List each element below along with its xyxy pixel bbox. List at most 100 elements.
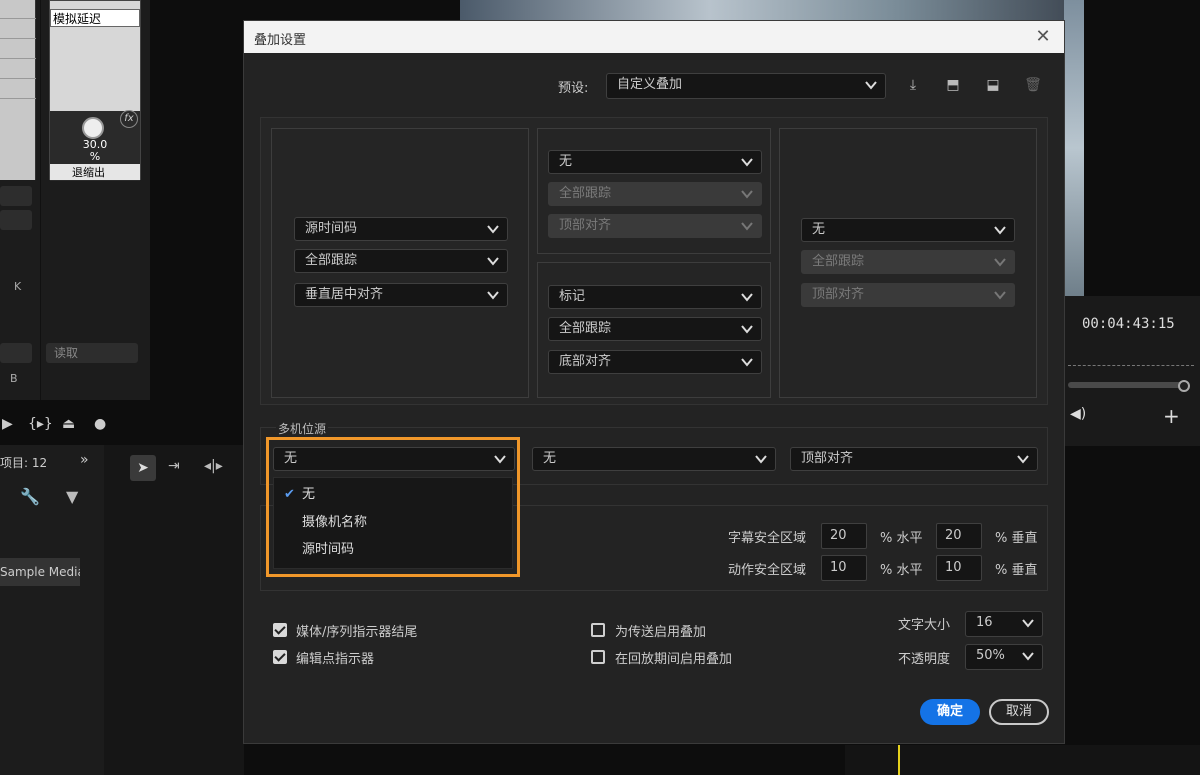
- text-size-dropdown[interactable]: 16: [965, 611, 1043, 637]
- chevron-down-icon: [487, 257, 499, 266]
- left-source-dropdown[interactable]: 源时间码: [294, 217, 508, 241]
- playback-overlay-label: 在回放期间启用叠加: [615, 652, 733, 667]
- selection-tool-icon[interactable]: ➤: [130, 455, 156, 481]
- chevron-right-icon[interactable]: »: [80, 452, 89, 468]
- action-safe-v-unit: % 垂直: [995, 563, 1038, 578]
- overlay-settings-dialog: 叠加设置 ✕ 预设: 自定义叠加 ⤓ ⬒ ⬓ 🗑 源时间码 全部跟踪 垂直居中对…: [243, 20, 1065, 744]
- top-align-dropdown: 顶部对齐: [548, 214, 762, 238]
- title-safe-vertical-input[interactable]: 20: [936, 523, 982, 549]
- chevron-down-icon: [755, 455, 767, 464]
- import-preset-icon[interactable]: ⬒: [943, 75, 963, 95]
- ripple-edit-icon[interactable]: ◂|▸: [204, 458, 223, 474]
- trim-icon[interactable]: {▸}: [28, 416, 53, 432]
- chevron-down-icon: [741, 158, 753, 167]
- project-panel: 项目: 12 » 🔧 ▼ Sample Media: [0, 445, 104, 775]
- preset-value: 自定义叠加: [617, 77, 683, 92]
- export-preset-icon[interactable]: ⬓: [983, 75, 1003, 95]
- left-align-dropdown[interactable]: 垂直居中对齐: [294, 283, 508, 307]
- timecode[interactable]: 00:04:43:15: [1082, 316, 1175, 332]
- bottom-tracking-dropdown[interactable]: 全部跟踪: [548, 317, 762, 341]
- export-frame-icon[interactable]: ⏏: [62, 416, 75, 432]
- effect-slot[interactable]: 模拟延迟 30.0% 退缩出: [49, 0, 141, 181]
- delete-preset-icon[interactable]: 🗑: [1023, 75, 1043, 95]
- track-dropdown[interactable]: [0, 343, 32, 363]
- action-safe-h-unit: % 水平: [880, 563, 923, 578]
- chevron-down-icon: [1017, 455, 1029, 464]
- dialog-title: 叠加设置: [254, 33, 307, 48]
- action-safe-vertical-input[interactable]: 10: [936, 555, 982, 581]
- side-letter-b: B: [10, 372, 18, 385]
- multicam-second-dropdown[interactable]: 无: [532, 447, 776, 471]
- effect-name[interactable]: 模拟延迟: [50, 9, 140, 27]
- chevron-down-icon: [1022, 619, 1034, 628]
- ok-button[interactable]: 确定: [920, 699, 980, 725]
- right-source-dropdown[interactable]: 无: [801, 218, 1015, 242]
- highlight-box: [266, 437, 520, 577]
- save-preset-icon[interactable]: ⤓: [903, 75, 923, 95]
- close-icon[interactable]: ✕: [1032, 26, 1054, 48]
- track-strip: [0, 0, 36, 180]
- edit-point-checkbox[interactable]: [273, 650, 287, 664]
- opacity-label: 不透明度: [898, 652, 951, 667]
- chevron-down-icon: [1022, 652, 1034, 661]
- track-dropdown[interactable]: [0, 186, 32, 206]
- text-size-label: 文字大小: [898, 618, 951, 633]
- track-dropdown[interactable]: [0, 210, 32, 230]
- playhead[interactable]: [898, 745, 900, 775]
- chevron-down-icon: [994, 226, 1006, 235]
- action-safe-horizontal-input[interactable]: 10: [821, 555, 867, 581]
- preset-dropdown[interactable]: 自定义叠加: [606, 73, 886, 99]
- record-icon[interactable]: ●: [94, 416, 106, 432]
- multicam-align-dropdown[interactable]: 顶部对齐: [790, 447, 1038, 471]
- bottom-source-dropdown[interactable]: 标记: [548, 285, 762, 309]
- chevron-down-icon: [741, 190, 753, 199]
- volume-icon[interactable]: ◀): [1070, 406, 1086, 422]
- project-item[interactable]: Sample Media: [0, 558, 80, 586]
- filter-icon[interactable]: ▼: [66, 487, 78, 506]
- scrub-bar[interactable]: [1068, 382, 1186, 388]
- knob-unit: %: [89, 150, 101, 163]
- read-select[interactable]: 读取: [46, 343, 138, 363]
- action-safe-label: 动作安全区域: [728, 563, 807, 578]
- chevron-down-icon: [741, 222, 753, 231]
- fx-icon[interactable]: fx: [120, 110, 138, 128]
- scrub-handle[interactable]: [1178, 380, 1190, 392]
- chevron-down-icon: [865, 81, 877, 90]
- wrench-icon[interactable]: 🔧: [20, 487, 40, 506]
- tools-panel: [104, 445, 244, 775]
- right-align-dropdown: 顶部对齐: [801, 283, 1015, 307]
- multicam-label: 多机位源: [276, 420, 329, 437]
- media-end-checkbox[interactable]: [273, 623, 287, 637]
- right-tracking-dropdown: 全部跟踪: [801, 250, 1015, 274]
- chevron-down-icon: [741, 358, 753, 367]
- play-icon[interactable]: ▶: [2, 416, 13, 432]
- transmit-overlay-checkbox[interactable]: [591, 623, 605, 637]
- chevron-down-icon: [741, 293, 753, 302]
- time-ruler[interactable]: [1068, 356, 1194, 366]
- side-letter-k: K: [14, 280, 22, 293]
- chevron-down-icon: [741, 325, 753, 334]
- chevron-down-icon: [487, 291, 499, 300]
- add-icon[interactable]: +: [1163, 404, 1180, 428]
- title-safe-label: 字幕安全区域: [728, 531, 807, 546]
- media-end-label: 媒体/序列指示器结尾: [296, 625, 418, 640]
- left-tracking-dropdown[interactable]: 全部跟踪: [294, 249, 508, 273]
- title-safe-h-unit: % 水平: [880, 531, 923, 546]
- opacity-dropdown[interactable]: 50%: [965, 644, 1043, 670]
- title-safe-horizontal-input[interactable]: 20: [821, 523, 867, 549]
- transmit-overlay-label: 为传送启用叠加: [615, 625, 707, 640]
- preset-label: 预设:: [558, 81, 589, 96]
- program-monitor-frame: [1064, 0, 1084, 296]
- dialog-titlebar: 叠加设置 ✕: [244, 21, 1064, 53]
- cancel-button[interactable]: 取消: [989, 699, 1049, 725]
- playback-overlay-checkbox[interactable]: [591, 650, 605, 664]
- effect-select[interactable]: 退缩出: [50, 164, 140, 180]
- track-select-icon[interactable]: ⇥: [168, 458, 180, 474]
- top-source-dropdown[interactable]: 无: [548, 150, 762, 174]
- edit-point-label: 编辑点指示器: [296, 652, 375, 667]
- title-safe-v-unit: % 垂直: [995, 531, 1038, 546]
- effect-knob[interactable]: [82, 117, 104, 139]
- bottom-align-dropdown[interactable]: 底部对齐: [548, 350, 762, 374]
- project-title: 项目: 12: [0, 456, 48, 470]
- chevron-down-icon: [487, 225, 499, 234]
